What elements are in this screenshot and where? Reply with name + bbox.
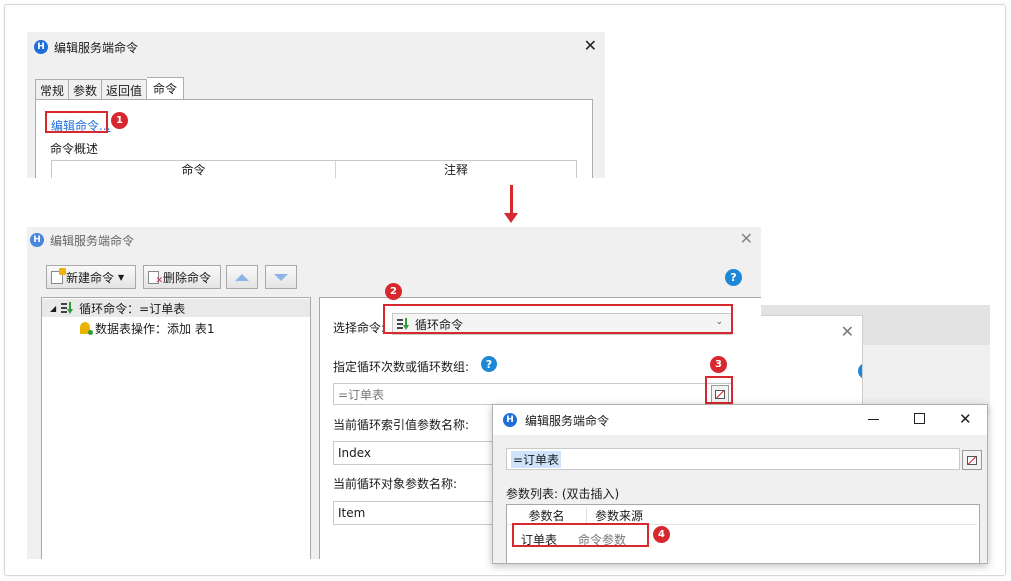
formula-picker-icon[interactable] <box>962 450 982 470</box>
param-list-label: 参数列表: (双击插入) <box>506 487 620 501</box>
screenshot-frame: H 编辑服务端命令 ✕ 常规 参数 返回值 命令 编辑命令... 命令概述 命令… <box>4 4 1006 576</box>
help-question-icon[interactable]: ? <box>725 269 742 286</box>
tree-item-loop-command[interactable]: ◢ 循环命令：=订单表 <box>42 299 310 317</box>
delete-command-icon: ✕ <box>148 270 163 286</box>
loop-count-value: =订单表 <box>338 387 385 402</box>
top-dialog-tabpanel: 编辑命令... 命令概述 命令 注释 <box>35 99 593 178</box>
close-icon[interactable]: ✕ <box>959 410 972 428</box>
column-header-param-name[interactable]: 参数名 <box>507 507 587 524</box>
arrow-down-head <box>504 213 518 223</box>
highlight-select-command <box>383 304 733 334</box>
formula-dialog-title: 编辑服务端命令 <box>525 413 610 428</box>
step-badge-4: 4 <box>653 526 670 543</box>
new-command-icon <box>51 267 66 284</box>
tab-command[interactable]: 命令 <box>147 77 185 99</box>
arrow-up-icon <box>235 273 249 281</box>
main-dialog-titlebar: H 编辑服务端命令 <box>27 227 761 253</box>
close-icon[interactable]: ✕ <box>584 36 597 55</box>
middle-dialog: ✕ ? <box>745 315 863 415</box>
loop-object-value: Item <box>338 506 366 520</box>
highlight-formula-picker <box>705 376 733 404</box>
question-icon[interactable]: ? <box>481 356 497 372</box>
datatable-icon <box>80 322 93 335</box>
loop-count-label: 指定循环次数或循环数组: <box>333 360 470 374</box>
minimize-icon[interactable] <box>868 419 879 420</box>
top-dialog: H 编辑服务端命令 ✕ 常规 参数 返回值 命令 编辑命令... 命令概述 命令… <box>27 32 605 178</box>
main-dialog-title: 编辑服务端命令 <box>50 233 135 248</box>
formula-dialog-titlebar: H 编辑服务端命令 ✕ <box>493 405 987 435</box>
column-header-comment[interactable]: 注释 <box>336 161 576 178</box>
app-logo-icon: H <box>34 40 48 54</box>
top-dialog-tabs: 常规 参数 返回值 命令 <box>35 77 185 99</box>
loop-index-input[interactable]: Index <box>333 441 513 465</box>
app-logo-icon: H <box>503 413 517 427</box>
move-up-button[interactable] <box>226 265 258 289</box>
column-header-param-source[interactable]: 参数来源 <box>587 507 643 524</box>
delete-command-button[interactable]: ✕ 删除命令 <box>143 265 221 289</box>
step-badge-3: 3 <box>710 356 727 373</box>
loop-object-input[interactable]: Item <box>333 501 513 525</box>
highlight-param-row <box>512 523 649 547</box>
tab-return-value[interactable]: 返回值 <box>102 79 148 99</box>
delete-command-label: 删除命令 <box>163 270 212 285</box>
top-dialog-titlebar: H 编辑服务端命令 <box>27 34 605 60</box>
loop-command-icon <box>61 302 75 314</box>
question-icon[interactable]: ? <box>858 363 862 379</box>
command-tree: ◢ 循环命令：=订单表 数据表操作：添加 表1 <box>41 297 311 559</box>
tree-item-datatable-label: 数据表操作：添加 表1 <box>95 321 215 336</box>
highlight-edit-link <box>45 111 108 133</box>
tab-parameters[interactable]: 参数 <box>69 79 103 99</box>
step-badge-1: 1 <box>111 112 128 129</box>
tree-item-loop-label: 循环命令：=订单表 <box>79 301 186 316</box>
command-table-header: 命令 注释 <box>51 160 577 178</box>
tree-item-datatable-operation[interactable]: 数据表操作：添加 表1 <box>80 319 214 337</box>
top-dialog-title: 编辑服务端命令 <box>54 40 139 55</box>
new-command-button[interactable]: 新建命令 ▼ <box>46 265 136 289</box>
maximize-icon[interactable] <box>914 413 925 424</box>
tab-general[interactable]: 常规 <box>35 79 70 99</box>
tree-expand-icon[interactable]: ◢ <box>50 304 56 313</box>
formula-value: =订单表 <box>511 450 562 468</box>
new-command-label: 新建命令 <box>66 270 115 285</box>
close-icon[interactable]: ✕ <box>841 322 854 341</box>
loop-index-label: 当前循环索引值参数名称: <box>333 418 470 432</box>
close-icon[interactable]: ✕ <box>740 229 753 248</box>
command-summary-label: 命令概述 <box>50 142 99 156</box>
step-badge-2: 2 <box>385 283 402 300</box>
loop-count-input[interactable]: =订单表 <box>333 383 733 405</box>
select-command-label: 选择命令: <box>333 321 386 335</box>
loop-index-value: Index <box>338 446 372 460</box>
column-header-command[interactable]: 命令 <box>52 161 336 178</box>
loop-object-label: 当前循环对象参数名称: <box>333 477 458 491</box>
app-logo-icon: H <box>30 233 44 247</box>
dropdown-arrow-icon: ▼ <box>118 272 125 282</box>
move-down-button[interactable] <box>265 265 297 289</box>
formula-input[interactable]: =订单表 <box>506 448 960 470</box>
arrow-down-small-icon <box>274 273 288 281</box>
